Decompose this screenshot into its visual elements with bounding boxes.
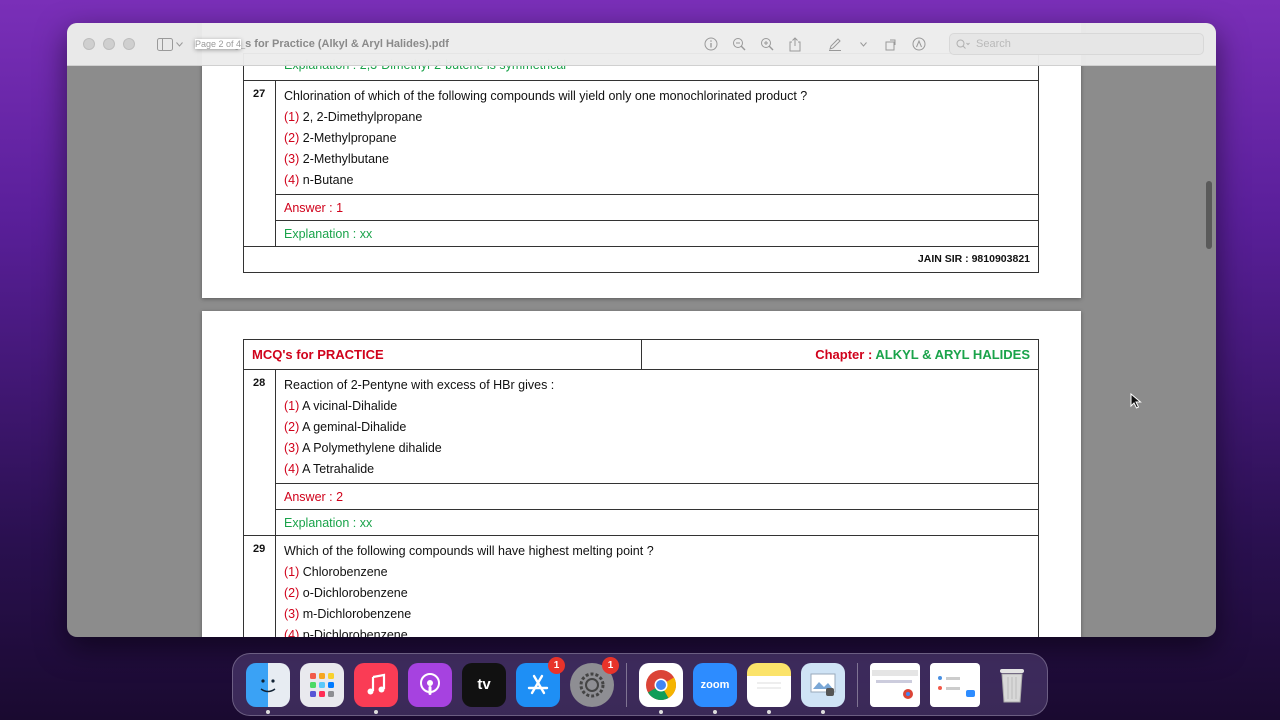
answer-text: Answer : 2 bbox=[276, 483, 1038, 509]
option-2: (2) 2-Methylpropane bbox=[284, 131, 397, 145]
app-store-app[interactable]: 1 bbox=[516, 656, 565, 707]
trash-icon bbox=[1000, 668, 1024, 702]
chrome-icon bbox=[646, 669, 676, 700]
preview-icon bbox=[810, 673, 836, 696]
podcasts-icon bbox=[420, 672, 440, 695]
page-indicator: Page 2 of 4 bbox=[195, 39, 242, 49]
option-3: (3) A Polymethylene dihalide bbox=[284, 441, 442, 455]
sidebar-icon bbox=[157, 37, 173, 51]
tv-app[interactable]: tv bbox=[462, 662, 506, 707]
zoom-icon: zoom bbox=[700, 678, 730, 691]
answer-text: Answer : 1 bbox=[276, 194, 1038, 220]
window-thumbnail-icon bbox=[872, 669, 918, 699]
title-bar: 02. MCQ_s for Practice (Alkyl & Aryl Hal… bbox=[67, 23, 1216, 66]
document-title: 02. MCQ_s for Practice (Alkyl & Aryl Hal… bbox=[195, 38, 449, 50]
launchpad-app[interactable] bbox=[300, 662, 344, 707]
question-text: Reaction of 2-Pentyne with excess of HBr… bbox=[284, 378, 555, 392]
notification-badge: 1 bbox=[602, 656, 619, 674]
recent-window-thumbnail-1[interactable] bbox=[870, 662, 920, 707]
share-icon bbox=[789, 36, 801, 51]
preview-app[interactable] bbox=[801, 662, 845, 714]
scrollbar-thumb[interactable] bbox=[1206, 181, 1212, 249]
dock-separator bbox=[857, 662, 858, 707]
question-number: 29 bbox=[244, 536, 276, 637]
question-table: MCQ's for PRACTICE Chapter : ALKYL & ARY… bbox=[243, 339, 1039, 637]
explanation-text: Explanation : xx bbox=[276, 509, 1038, 535]
question-number: 28 bbox=[244, 370, 276, 535]
toolbar bbox=[702, 35, 928, 53]
zoom-out-icon bbox=[733, 38, 746, 51]
search-field[interactable] bbox=[949, 33, 1204, 55]
preview-window: 02. MCQ_s for Practice (Alkyl & Aryl Hal… bbox=[67, 23, 1216, 637]
gear-icon bbox=[579, 672, 605, 697]
rotate-icon bbox=[885, 39, 896, 51]
share-button[interactable] bbox=[786, 35, 804, 53]
option-4: (4) n-Butane bbox=[284, 173, 354, 187]
header-title: MCQ's for PRACTICE bbox=[244, 340, 642, 369]
launchpad-icon bbox=[310, 672, 334, 697]
apple-tv-icon: tv bbox=[477, 676, 491, 693]
annotate-button[interactable] bbox=[910, 35, 928, 53]
option-1: (1) A vicinal-Dihalide bbox=[284, 399, 398, 413]
option-2: (2) A geminal-Dihalide bbox=[284, 420, 407, 434]
chevron-down-icon bbox=[859, 41, 867, 47]
pen-icon bbox=[829, 38, 841, 51]
chevron-down-icon bbox=[176, 41, 183, 47]
recent-window-thumbnail-2[interactable] bbox=[930, 662, 980, 707]
notes-icon bbox=[757, 682, 781, 688]
question-table: Explanation : 2,3-Dimethyl-2-butene is s… bbox=[243, 53, 1039, 273]
question-text: Chlorination of which of the following c… bbox=[284, 89, 808, 103]
dock-separator bbox=[626, 662, 627, 707]
search-icon bbox=[956, 39, 970, 49]
question-row-27: 27 Chlorination of which of the followin… bbox=[244, 80, 1038, 246]
notification-badge: 1 bbox=[548, 656, 565, 674]
podcasts-app[interactable] bbox=[408, 662, 452, 707]
app-store-icon bbox=[527, 674, 549, 694]
music-app[interactable] bbox=[354, 662, 398, 714]
zoom-in-button[interactable] bbox=[758, 35, 776, 53]
music-note-icon bbox=[367, 673, 386, 694]
chrome-app[interactable] bbox=[639, 662, 683, 714]
question-row-28: 28 Reaction of 2-Pentyne with excess of … bbox=[244, 369, 1038, 535]
search-input[interactable] bbox=[976, 38, 1176, 50]
info-button[interactable] bbox=[702, 35, 720, 53]
notes-app[interactable] bbox=[747, 662, 791, 714]
option-2: (2) o-Dichlorobenzene bbox=[284, 586, 408, 600]
question-row-29: 29 Which of the following compounds will… bbox=[244, 535, 1038, 637]
annotate-icon bbox=[912, 37, 926, 51]
close-button[interactable] bbox=[83, 38, 95, 50]
info-icon bbox=[704, 37, 718, 51]
option-1: (1) Chlorobenzene bbox=[284, 565, 388, 579]
system-settings-app[interactable]: 1 bbox=[570, 656, 619, 707]
sidebar-toggle-button[interactable] bbox=[157, 37, 183, 51]
page-header: MCQ's for PRACTICE Chapter : ALKYL & ARY… bbox=[244, 340, 1038, 369]
dock: tv 1 1 zoom bbox=[232, 653, 1048, 716]
option-4: (4) p-Dichlorobenzene bbox=[284, 628, 408, 637]
header-chapter: Chapter : ALKYL & ARYL HALIDES bbox=[815, 347, 1030, 362]
question-text: Which of the following compounds will ha… bbox=[284, 544, 654, 558]
zoom-out-button[interactable] bbox=[730, 35, 748, 53]
mouse-cursor-icon bbox=[1130, 393, 1142, 409]
window-controls bbox=[83, 38, 135, 50]
pdf-page-2: MCQ's for PRACTICE Chapter : ALKYL & ARY… bbox=[202, 311, 1081, 637]
option-4: (4) A Tetrahalide bbox=[284, 462, 375, 476]
rotate-button[interactable] bbox=[882, 35, 900, 53]
markup-menu-button[interactable] bbox=[854, 35, 872, 53]
trash[interactable] bbox=[990, 663, 1034, 707]
zoom-app[interactable]: zoom bbox=[693, 662, 737, 714]
option-1: (1) 2, 2-Dimethylpropane bbox=[284, 110, 423, 124]
minimize-button[interactable] bbox=[103, 38, 115, 50]
finder-icon bbox=[260, 678, 276, 692]
zoom-in-icon bbox=[761, 38, 774, 51]
explanation-text: Explanation : xx bbox=[276, 220, 1038, 246]
zoom-button[interactable] bbox=[123, 38, 135, 50]
finder-app[interactable] bbox=[246, 662, 290, 714]
option-3: (3) m-Dichlorobenzene bbox=[284, 607, 412, 621]
footer-contact: JAIN SIR : 9810903821 bbox=[917, 253, 1030, 265]
option-3: (3) 2-Methylbutane bbox=[284, 152, 389, 166]
window-thumbnail-icon bbox=[938, 675, 975, 697]
question-number: 27 bbox=[244, 81, 276, 246]
markup-button[interactable] bbox=[826, 35, 844, 53]
